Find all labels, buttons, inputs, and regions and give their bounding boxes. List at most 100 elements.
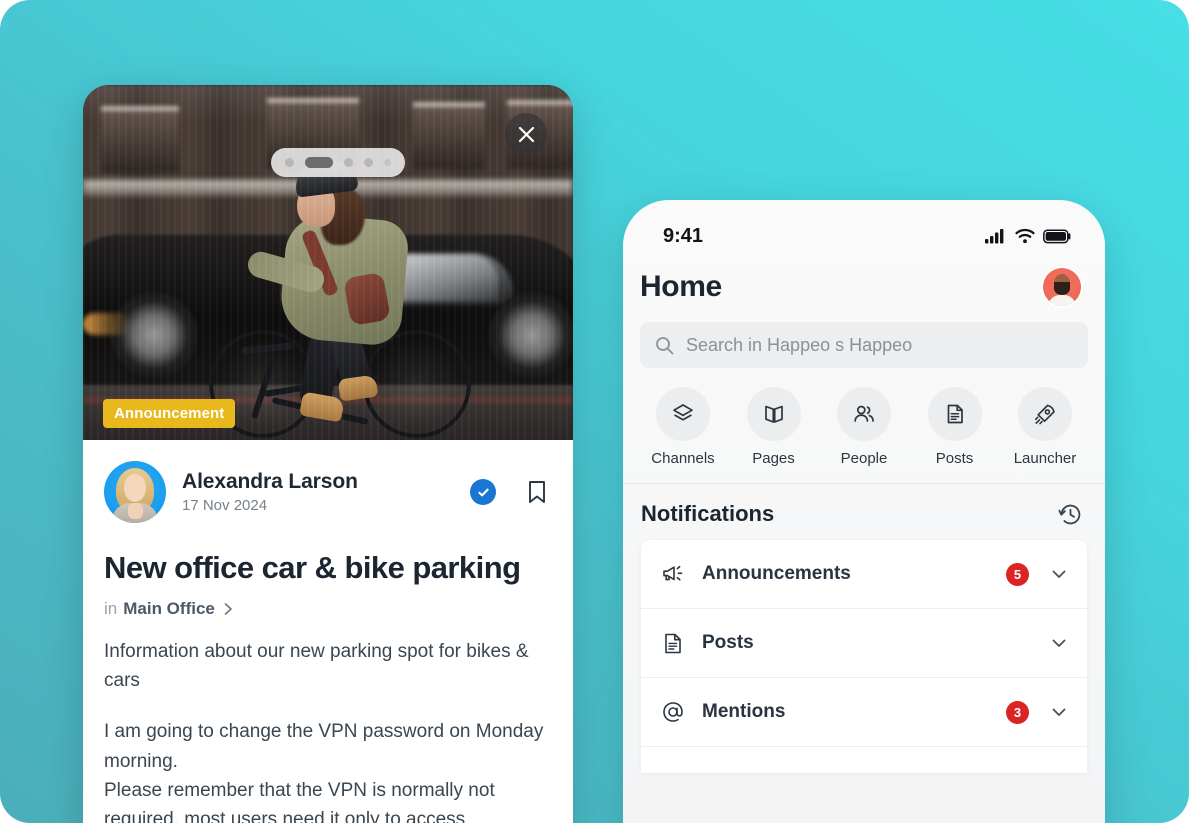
- notification-history-button[interactable]: [1058, 502, 1083, 527]
- notification-icon: [660, 700, 686, 724]
- pagination-dot[interactable]: [384, 159, 391, 166]
- quick-action-label: Launcher: [1013, 450, 1077, 467]
- expand-toggle[interactable]: [1049, 564, 1069, 584]
- quick-action-icon-bg: [746, 387, 801, 441]
- hero-suv-headlight: [83, 313, 131, 335]
- notifications-list: Announcements 5 Posts Mentions 3: [641, 540, 1087, 773]
- quick-action-icon-bg: [927, 387, 982, 441]
- phone-header: Home: [623, 258, 1105, 308]
- hero-suv-wheel: [111, 292, 197, 378]
- carousel-pagination[interactable]: [271, 148, 405, 177]
- quick-action-people[interactable]: People: [828, 387, 900, 467]
- phone-screen: 9:41 Home Search in Happeo s Happeo Chan…: [623, 200, 1105, 823]
- notification-label: Posts: [702, 632, 754, 653]
- user-avatar-image: [1043, 268, 1081, 306]
- at-mention-icon: [663, 702, 683, 722]
- notifications-header: Notifications: [623, 484, 1105, 540]
- chevron-down-icon: [1052, 708, 1066, 716]
- notification-row-announcements[interactable]: Announcements 5: [641, 540, 1087, 609]
- open-book-icon: [764, 405, 783, 423]
- cellular-signal-icon: [985, 229, 1004, 244]
- announcement-badge: Announcement: [103, 399, 236, 428]
- pagination-dot[interactable]: [285, 158, 294, 167]
- post-paragraph: I am going to change the VPN password on…: [104, 721, 544, 823]
- notification-icon: [660, 563, 686, 585]
- page-title: Home: [640, 270, 722, 303]
- avatar-shirt: [1048, 295, 1076, 306]
- notification-count-badge: 5: [1006, 562, 1029, 586]
- hero-window: [101, 111, 179, 173]
- quick-action-label: Channels: [651, 450, 715, 467]
- history-clock-icon: [1058, 504, 1081, 524]
- layers-icon: [673, 404, 693, 421]
- post-body: Alexandra Larson 17 Nov 2024 New office …: [83, 440, 573, 823]
- post-title: New office car & bike parking: [104, 550, 521, 585]
- quick-action-pages[interactable]: Pages: [738, 387, 810, 467]
- battery-full-icon: [1043, 228, 1071, 243]
- close-button[interactable]: [505, 113, 547, 155]
- chevron-right-icon: [224, 602, 232, 615]
- pagination-dot[interactable]: [364, 158, 373, 167]
- screenshot-root: Announcement Alexandra Larson 17 Nov 202…: [0, 0, 1189, 823]
- verified-badge[interactable]: [470, 479, 496, 505]
- quick-action-launcher[interactable]: Launcher: [1009, 387, 1081, 467]
- phone-mockup: 9:41 Home Search in Happeo s Happeo Chan…: [623, 200, 1105, 823]
- user-avatar[interactable]: [1041, 266, 1083, 308]
- author-meta: Alexandra Larson 17 Nov 2024: [182, 470, 470, 514]
- author-avatar[interactable]: [104, 461, 166, 523]
- pagination-dot-active[interactable]: [305, 157, 333, 168]
- hero-suv-wheel: [489, 292, 573, 378]
- cyclist-bag: [343, 271, 391, 327]
- people-icon: [854, 405, 874, 422]
- search-input[interactable]: Search in Happeo s Happeo: [640, 322, 1088, 368]
- bicycle-wheel: [363, 330, 471, 438]
- hero-cyclist: [209, 155, 475, 440]
- status-icons: [985, 228, 1071, 244]
- quick-actions-row: Channels Pages People Posts Launcher: [623, 368, 1105, 484]
- breadcrumb-prefix: in: [104, 598, 118, 618]
- wifi-icon: [1015, 229, 1035, 244]
- close-icon: [518, 126, 534, 142]
- post-detail-card: Announcement Alexandra Larson 17 Nov 202…: [83, 85, 573, 823]
- quick-action-label: Pages: [752, 450, 795, 467]
- post-author-row: Alexandra Larson 17 Nov 2024: [104, 440, 552, 529]
- rocket-icon: [1034, 404, 1055, 425]
- bookmark-button[interactable]: [526, 479, 548, 505]
- notification-count-badge: 3: [1006, 700, 1029, 724]
- bookmark-icon: [529, 481, 545, 503]
- document-icon: [665, 633, 681, 653]
- expand-toggle[interactable]: [1049, 702, 1069, 722]
- post-hero-image: Announcement: [83, 85, 573, 440]
- quick-action-icon-bg: [1018, 387, 1072, 441]
- notification-label: Mentions: [702, 701, 786, 722]
- avatar-beard: [1054, 282, 1070, 295]
- chevron-down-icon: [1052, 639, 1066, 647]
- search-placeholder: Search in Happeo s Happeo: [686, 334, 913, 355]
- document-icon: [947, 404, 963, 424]
- notifications-title: Notifications: [641, 501, 775, 526]
- avatar-face: [124, 474, 146, 502]
- post-date: 17 Nov 2024: [182, 497, 268, 514]
- status-bar: 9:41: [623, 200, 1105, 258]
- quick-action-icon-bg: [837, 387, 891, 441]
- notification-row-posts[interactable]: Posts: [641, 609, 1087, 678]
- quick-action-channels[interactable]: Channels: [647, 387, 719, 467]
- megaphone-icon: [663, 565, 683, 581]
- notification-row-mentions[interactable]: Mentions 3: [641, 678, 1087, 747]
- cyclist-shoe: [299, 391, 345, 423]
- pagination-dot[interactable]: [344, 158, 353, 167]
- notification-label: Announcements: [702, 563, 851, 584]
- breadcrumb-chevron: [223, 602, 234, 616]
- avatar-hand: [128, 503, 143, 519]
- quick-action-label: Posts: [935, 450, 974, 467]
- post-space-breadcrumb[interactable]: in Main Office: [104, 599, 552, 619]
- breadcrumb-space-name[interactable]: Main Office: [123, 599, 215, 619]
- chevron-down-icon: [1052, 570, 1066, 578]
- status-time: 9:41: [663, 224, 704, 247]
- search-icon: [656, 336, 674, 354]
- quick-action-posts[interactable]: Posts: [919, 387, 991, 467]
- expand-toggle[interactable]: [1049, 633, 1069, 653]
- quick-action-label: People: [840, 450, 888, 467]
- notification-icon: [660, 632, 686, 655]
- notification-row-partial[interactable]: [641, 747, 1087, 773]
